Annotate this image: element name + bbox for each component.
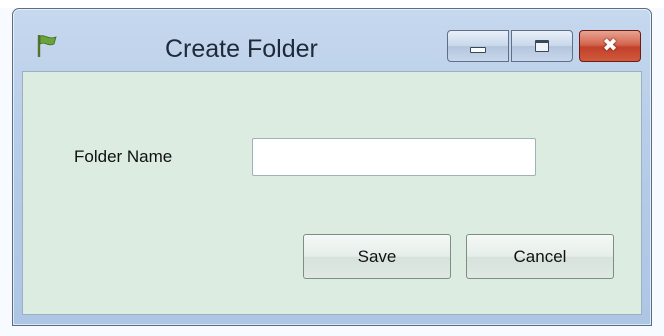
minimize-icon: [470, 47, 486, 53]
cancel-button[interactable]: Cancel: [466, 234, 614, 279]
maximize-button[interactable]: [511, 30, 573, 62]
desktop-background: [0, 0, 664, 8]
folder-name-input[interactable]: [252, 138, 536, 176]
green-flag-icon: [35, 33, 61, 59]
close-button[interactable]: ✖: [579, 30, 641, 62]
window-title: Create Folder: [165, 35, 318, 63]
save-button[interactable]: Save: [303, 234, 451, 279]
folder-name-label: Folder Name: [74, 147, 173, 166]
title-bar[interactable]: Create Folder ✖: [13, 9, 651, 71]
dialog-body: Folder Name Save Cancel: [22, 71, 642, 315]
minimize-button[interactable]: [447, 30, 509, 62]
create-folder-dialog: Create Folder ✖ Folder Name Save Cancel: [12, 8, 652, 326]
close-icon: ✖: [602, 35, 618, 56]
maximize-icon: [535, 40, 549, 52]
